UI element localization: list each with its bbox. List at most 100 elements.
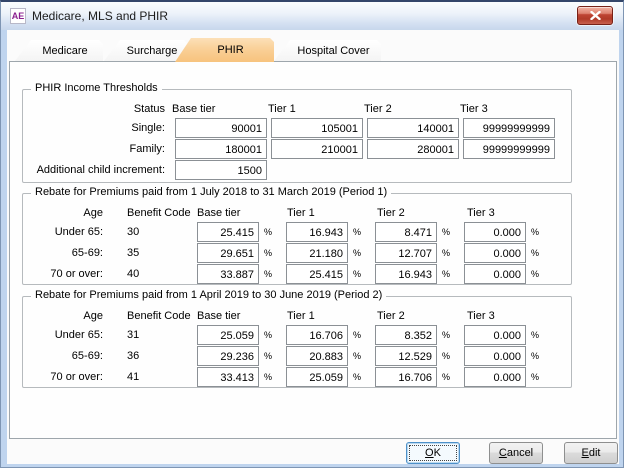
tab-surcharge[interactable]: Surcharge — [104, 40, 188, 61]
tab-label: PHIR — [217, 44, 243, 56]
threshold-row-child-increment: Additional child increment: 1500 — [23, 160, 571, 180]
ok-button[interactable]: OK — [406, 442, 460, 464]
percent-sign: % — [264, 269, 276, 279]
percent-sign: % — [264, 227, 276, 237]
app-icon: AE — [10, 8, 26, 24]
field-p1-65-69-base[interactable]: 29.651 — [197, 243, 259, 263]
percent-sign: % — [353, 330, 365, 340]
col-header-tier2: Tier 2 — [375, 310, 465, 322]
field-p2-70over-tier3[interactable]: 0.000 — [464, 367, 526, 387]
field-p1-under65-base[interactable]: 25.415 — [197, 222, 259, 242]
field-single-tier1[interactable]: 105001 — [271, 118, 363, 138]
col-header-tier2: Tier 2 — [375, 207, 465, 219]
percent-sign: % — [353, 269, 365, 279]
percent-sign: % — [353, 351, 365, 361]
row-label: Additional child increment: — [23, 164, 165, 176]
window-title: Medicare, MLS and PHIR — [32, 9, 168, 23]
row-label: Family: — [23, 143, 165, 155]
group-rebate-period1: Rebate for Premiums paid from 1 July 201… — [22, 193, 572, 285]
field-single-tier2[interactable]: 140001 — [367, 118, 459, 138]
field-p1-under65-tier1[interactable]: 16.943 — [286, 222, 348, 242]
group-title: Rebate for Premiums paid from 1 April 20… — [31, 289, 386, 301]
age-label: Under 65: — [23, 226, 103, 238]
age-label: Under 65: — [23, 329, 103, 341]
cancel-button[interactable]: Cancel — [489, 442, 543, 464]
group-title: Rebate for Premiums paid from 1 July 201… — [31, 186, 391, 198]
tab-hospital-cover[interactable]: Hospital Cover — [274, 40, 381, 61]
field-single-base-tier[interactable]: 90001 — [175, 118, 267, 138]
field-p2-70over-tier1[interactable]: 25.059 — [286, 367, 348, 387]
field-p2-65-69-base[interactable]: 29.236 — [197, 346, 259, 366]
field-p2-65-69-tier2[interactable]: 12.529 — [375, 346, 437, 366]
col-header-base-tier: Base tier — [195, 310, 285, 322]
row-label: Single: — [23, 122, 165, 134]
benefit-code: 36 — [127, 350, 171, 362]
field-p2-70over-base[interactable]: 33.413 — [197, 367, 259, 387]
field-p1-70over-tier2[interactable]: 16.943 — [375, 264, 437, 284]
field-p1-70over-base[interactable]: 33.887 — [197, 264, 259, 284]
tab-label: Surcharge — [127, 45, 178, 57]
period2-row-65-69: 65-69: 36 29.236% 20.883% 12.529% 0.000% — [23, 346, 571, 366]
close-icon — [590, 11, 601, 20]
percent-sign: % — [531, 372, 543, 382]
percent-sign: % — [264, 248, 276, 258]
close-button[interactable] — [577, 6, 613, 25]
thresholds-header-row: Status Base tier Tier 1 Tier 2 Tier 3 — [23, 102, 571, 116]
percent-sign: % — [442, 330, 454, 340]
field-p2-65-69-tier1[interactable]: 20.883 — [286, 346, 348, 366]
dialog-window: AE Medicare, MLS and PHIR Medicare Surch… — [0, 0, 624, 468]
field-p2-under65-base[interactable]: 25.059 — [197, 325, 259, 345]
field-p1-under65-tier3[interactable]: 0.000 — [464, 222, 526, 242]
field-p1-under65-tier2[interactable]: 8.471 — [375, 222, 437, 242]
tab-medicare[interactable]: Medicare — [15, 40, 103, 61]
field-p1-65-69-tier1[interactable]: 21.180 — [286, 243, 348, 263]
field-family-tier1[interactable]: 210001 — [271, 139, 363, 159]
col-header-tier1: Tier 1 — [265, 103, 357, 115]
benefit-code: 31 — [127, 329, 171, 341]
col-header-tier3: Tier 3 — [457, 103, 549, 115]
group-rebate-period2: Rebate for Premiums paid from 1 April 20… — [22, 296, 572, 388]
field-p1-65-69-tier2[interactable]: 12.707 — [375, 243, 437, 263]
field-p2-under65-tier2[interactable]: 8.352 — [375, 325, 437, 345]
period2-header-row: Age Benefit Code Base tier Tier 1 Tier 2… — [23, 309, 571, 323]
col-header-tier3: Tier 3 — [465, 310, 555, 322]
field-p2-under65-tier1[interactable]: 16.706 — [286, 325, 348, 345]
field-p1-70over-tier1[interactable]: 25.415 — [286, 264, 348, 284]
period1-row-under65: Under 65: 30 25.415% 16.943% 8.471% 0.00… — [23, 222, 571, 242]
field-single-tier3[interactable]: 99999999999 — [463, 118, 555, 138]
field-family-base-tier[interactable]: 180001 — [175, 139, 267, 159]
period1-row-65-69: 65-69: 35 29.651% 21.180% 12.707% 0.000% — [23, 243, 571, 263]
field-family-tier3[interactable]: 99999999999 — [463, 139, 555, 159]
col-header-base-tier: Base tier — [195, 207, 285, 219]
tab-label: Medicare — [42, 45, 87, 57]
percent-sign: % — [353, 372, 365, 382]
benefit-code: 40 — [127, 268, 171, 280]
percent-sign: % — [442, 351, 454, 361]
field-p1-70over-tier3[interactable]: 0.000 — [464, 264, 526, 284]
titlebar: AE Medicare, MLS and PHIR — [1, 2, 623, 30]
tab-label: Hospital Cover — [297, 45, 369, 57]
period1-header-row: Age Benefit Code Base tier Tier 1 Tier 2… — [23, 206, 571, 220]
col-header-tier3: Tier 3 — [465, 207, 555, 219]
percent-sign: % — [264, 372, 276, 382]
col-header-tier1: Tier 1 — [285, 310, 375, 322]
age-header: Age — [23, 207, 103, 219]
percent-sign: % — [442, 248, 454, 258]
field-child-increment[interactable]: 1500 — [175, 160, 267, 180]
field-p2-70over-tier2[interactable]: 16.706 — [375, 367, 437, 387]
field-p2-65-69-tier3[interactable]: 0.000 — [464, 346, 526, 366]
group-title: PHIR Income Thresholds — [31, 82, 162, 94]
percent-sign: % — [264, 351, 276, 361]
field-family-tier2[interactable]: 280001 — [367, 139, 459, 159]
percent-sign: % — [531, 351, 543, 361]
percent-sign: % — [531, 269, 543, 279]
percent-sign: % — [442, 269, 454, 279]
tab-phir[interactable]: PHIR — [175, 38, 274, 62]
field-p2-under65-tier3[interactable]: 0.000 — [464, 325, 526, 345]
ok-label-rest: K — [434, 447, 441, 459]
group-phir-income-thresholds: PHIR Income Thresholds Status Base tier … — [22, 89, 572, 183]
field-p1-65-69-tier3[interactable]: 0.000 — [464, 243, 526, 263]
benefit-code-header: Benefit Code — [127, 310, 195, 322]
age-label: 65-69: — [23, 247, 103, 259]
edit-button[interactable]: Edit — [564, 442, 618, 464]
